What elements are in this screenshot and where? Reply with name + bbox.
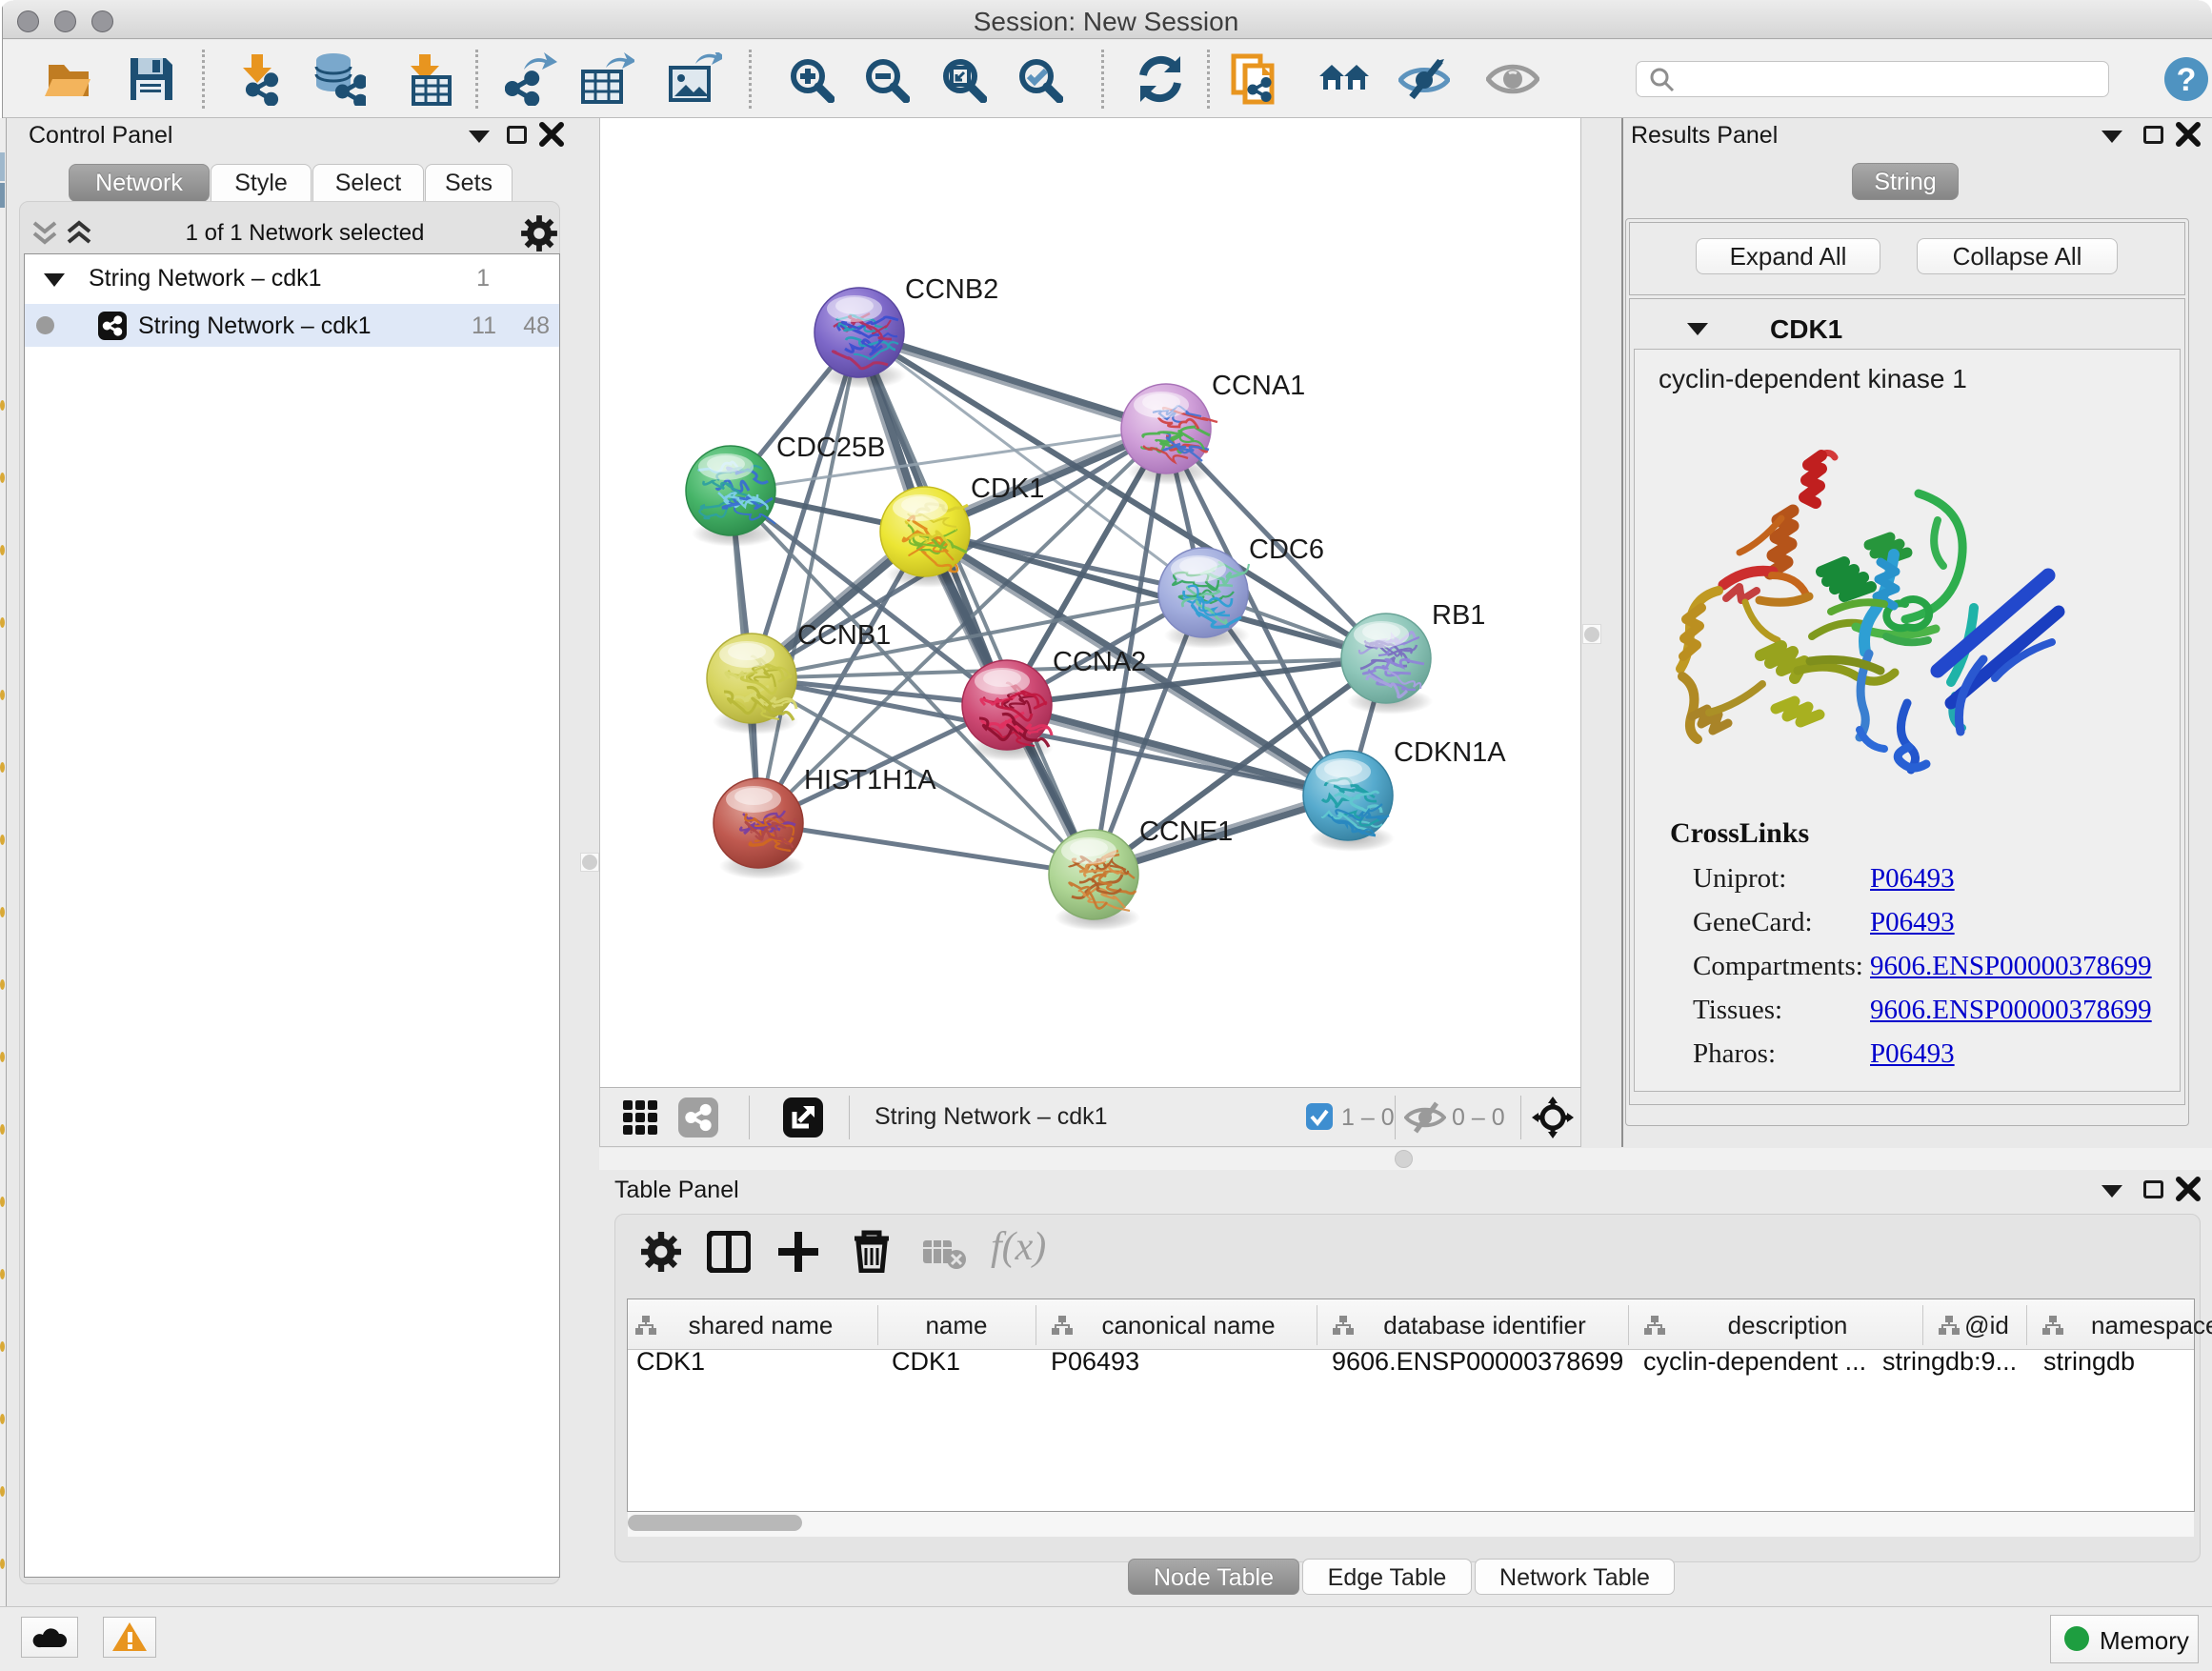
svg-text:HIST1H1A: HIST1H1A (804, 765, 936, 795)
svg-text:CDC25B: CDC25B (776, 433, 885, 463)
svg-text:CCNE1: CCNE1 (1139, 816, 1233, 847)
svg-text:RB1: RB1 (1432, 600, 1485, 631)
svg-text:CCNB1: CCNB1 (797, 620, 891, 651)
svg-text:CCNA2: CCNA2 (1053, 647, 1146, 677)
svg-text:CDK1: CDK1 (971, 473, 1044, 504)
svg-text:CDC6: CDC6 (1249, 534, 1324, 565)
svg-text:CCNB2: CCNB2 (905, 274, 998, 305)
svg-text:?: ? (2177, 62, 2197, 98)
svg-text:CDKN1A: CDKN1A (1394, 737, 1506, 768)
svg-text:CCNA1: CCNA1 (1212, 371, 1305, 401)
